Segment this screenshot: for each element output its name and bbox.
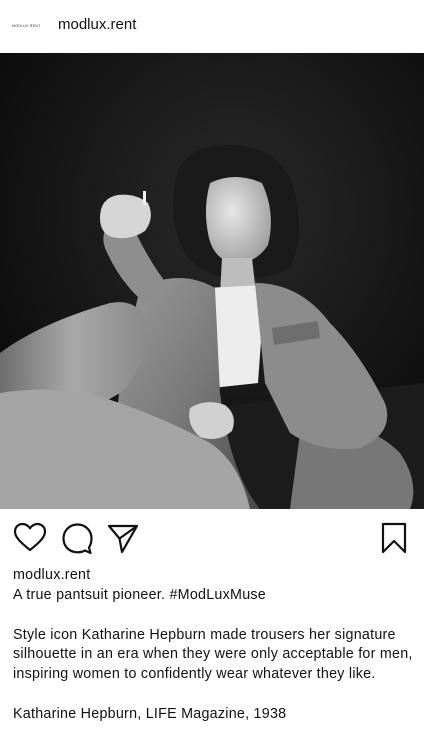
- post-caption: modlux.rent A true pantsuit pioneer. #Mo…: [13, 566, 413, 725]
- bookmark-icon[interactable]: [377, 521, 411, 555]
- avatar-logo-text: MODLUX.RENT: [12, 24, 41, 28]
- paper-plane-icon[interactable]: [106, 521, 140, 555]
- action-bar: [0, 509, 424, 565]
- heart-icon[interactable]: [13, 521, 47, 555]
- post-photo-image: [0, 53, 424, 509]
- post-photo[interactable]: [0, 53, 424, 509]
- caption-credit: Katharine Hepburn, LIFE Magazine, 1938: [13, 705, 287, 722]
- caption-body: Style icon Katharine Hepburn made trouse…: [13, 626, 413, 683]
- username-link[interactable]: modlux.rent: [58, 16, 136, 33]
- avatar[interactable]: MODLUX.RENT: [12, 21, 48, 31]
- caption-headline: A true pantsuit pioneer. #ModLuxMuse: [13, 586, 266, 603]
- post-header: MODLUX.RENT modlux.rent: [0, 0, 424, 52]
- caption-account[interactable]: modlux.rent: [13, 566, 413, 586]
- comment-bubble-icon[interactable]: [60, 521, 94, 555]
